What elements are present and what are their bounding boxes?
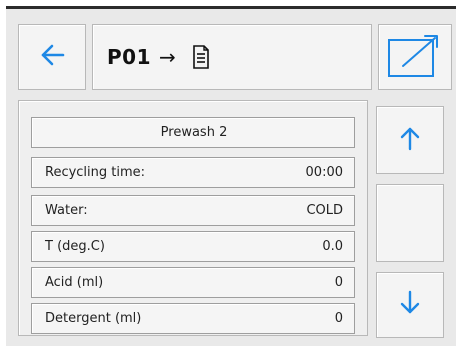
param-value: 0 bbox=[334, 311, 343, 326]
arrow-down-icon bbox=[399, 290, 421, 320]
param-value: 0.0 bbox=[322, 239, 343, 254]
step-title-label: Prewash 2 bbox=[160, 125, 228, 140]
param-row-recycling-time[interactable]: Recycling time: 00:00 bbox=[31, 157, 355, 188]
scroll-track[interactable] bbox=[376, 184, 444, 262]
back-button[interactable] bbox=[18, 24, 86, 90]
param-row-temperature[interactable]: T (deg.C) 0.0 bbox=[31, 231, 355, 262]
export-icon bbox=[387, 32, 443, 82]
export-button[interactable] bbox=[378, 24, 452, 90]
scroll-down-button[interactable] bbox=[376, 272, 444, 338]
arrow-left-icon bbox=[39, 44, 65, 70]
param-value: COLD bbox=[306, 203, 343, 218]
param-label: Recycling time: bbox=[45, 165, 146, 180]
param-label: Acid (ml) bbox=[45, 275, 104, 290]
scroll-up-button[interactable] bbox=[376, 106, 444, 174]
arrow-up-icon bbox=[399, 125, 421, 155]
program-title: P01 → bbox=[92, 24, 372, 90]
param-value: 0 bbox=[334, 275, 343, 290]
right-arrow-glyph: → bbox=[159, 45, 176, 69]
parameter-panel: Prewash 2 Recycling time: 00:00 Water: C… bbox=[18, 100, 368, 336]
param-row-acid[interactable]: Acid (ml) 0 bbox=[31, 267, 355, 298]
param-row-detergent[interactable]: Detergent (ml) 0 bbox=[31, 303, 355, 334]
step-title[interactable]: Prewash 2 bbox=[31, 117, 355, 148]
param-value: 00:00 bbox=[305, 165, 343, 180]
param-label: Water: bbox=[45, 203, 88, 218]
param-label: T (deg.C) bbox=[45, 239, 105, 254]
param-row-water[interactable]: Water: COLD bbox=[31, 195, 355, 226]
document-icon[interactable] bbox=[192, 45, 210, 69]
header-bar: P01 → bbox=[12, 24, 456, 90]
program-name: P01 bbox=[107, 45, 151, 69]
param-label: Detergent (ml) bbox=[45, 311, 142, 326]
